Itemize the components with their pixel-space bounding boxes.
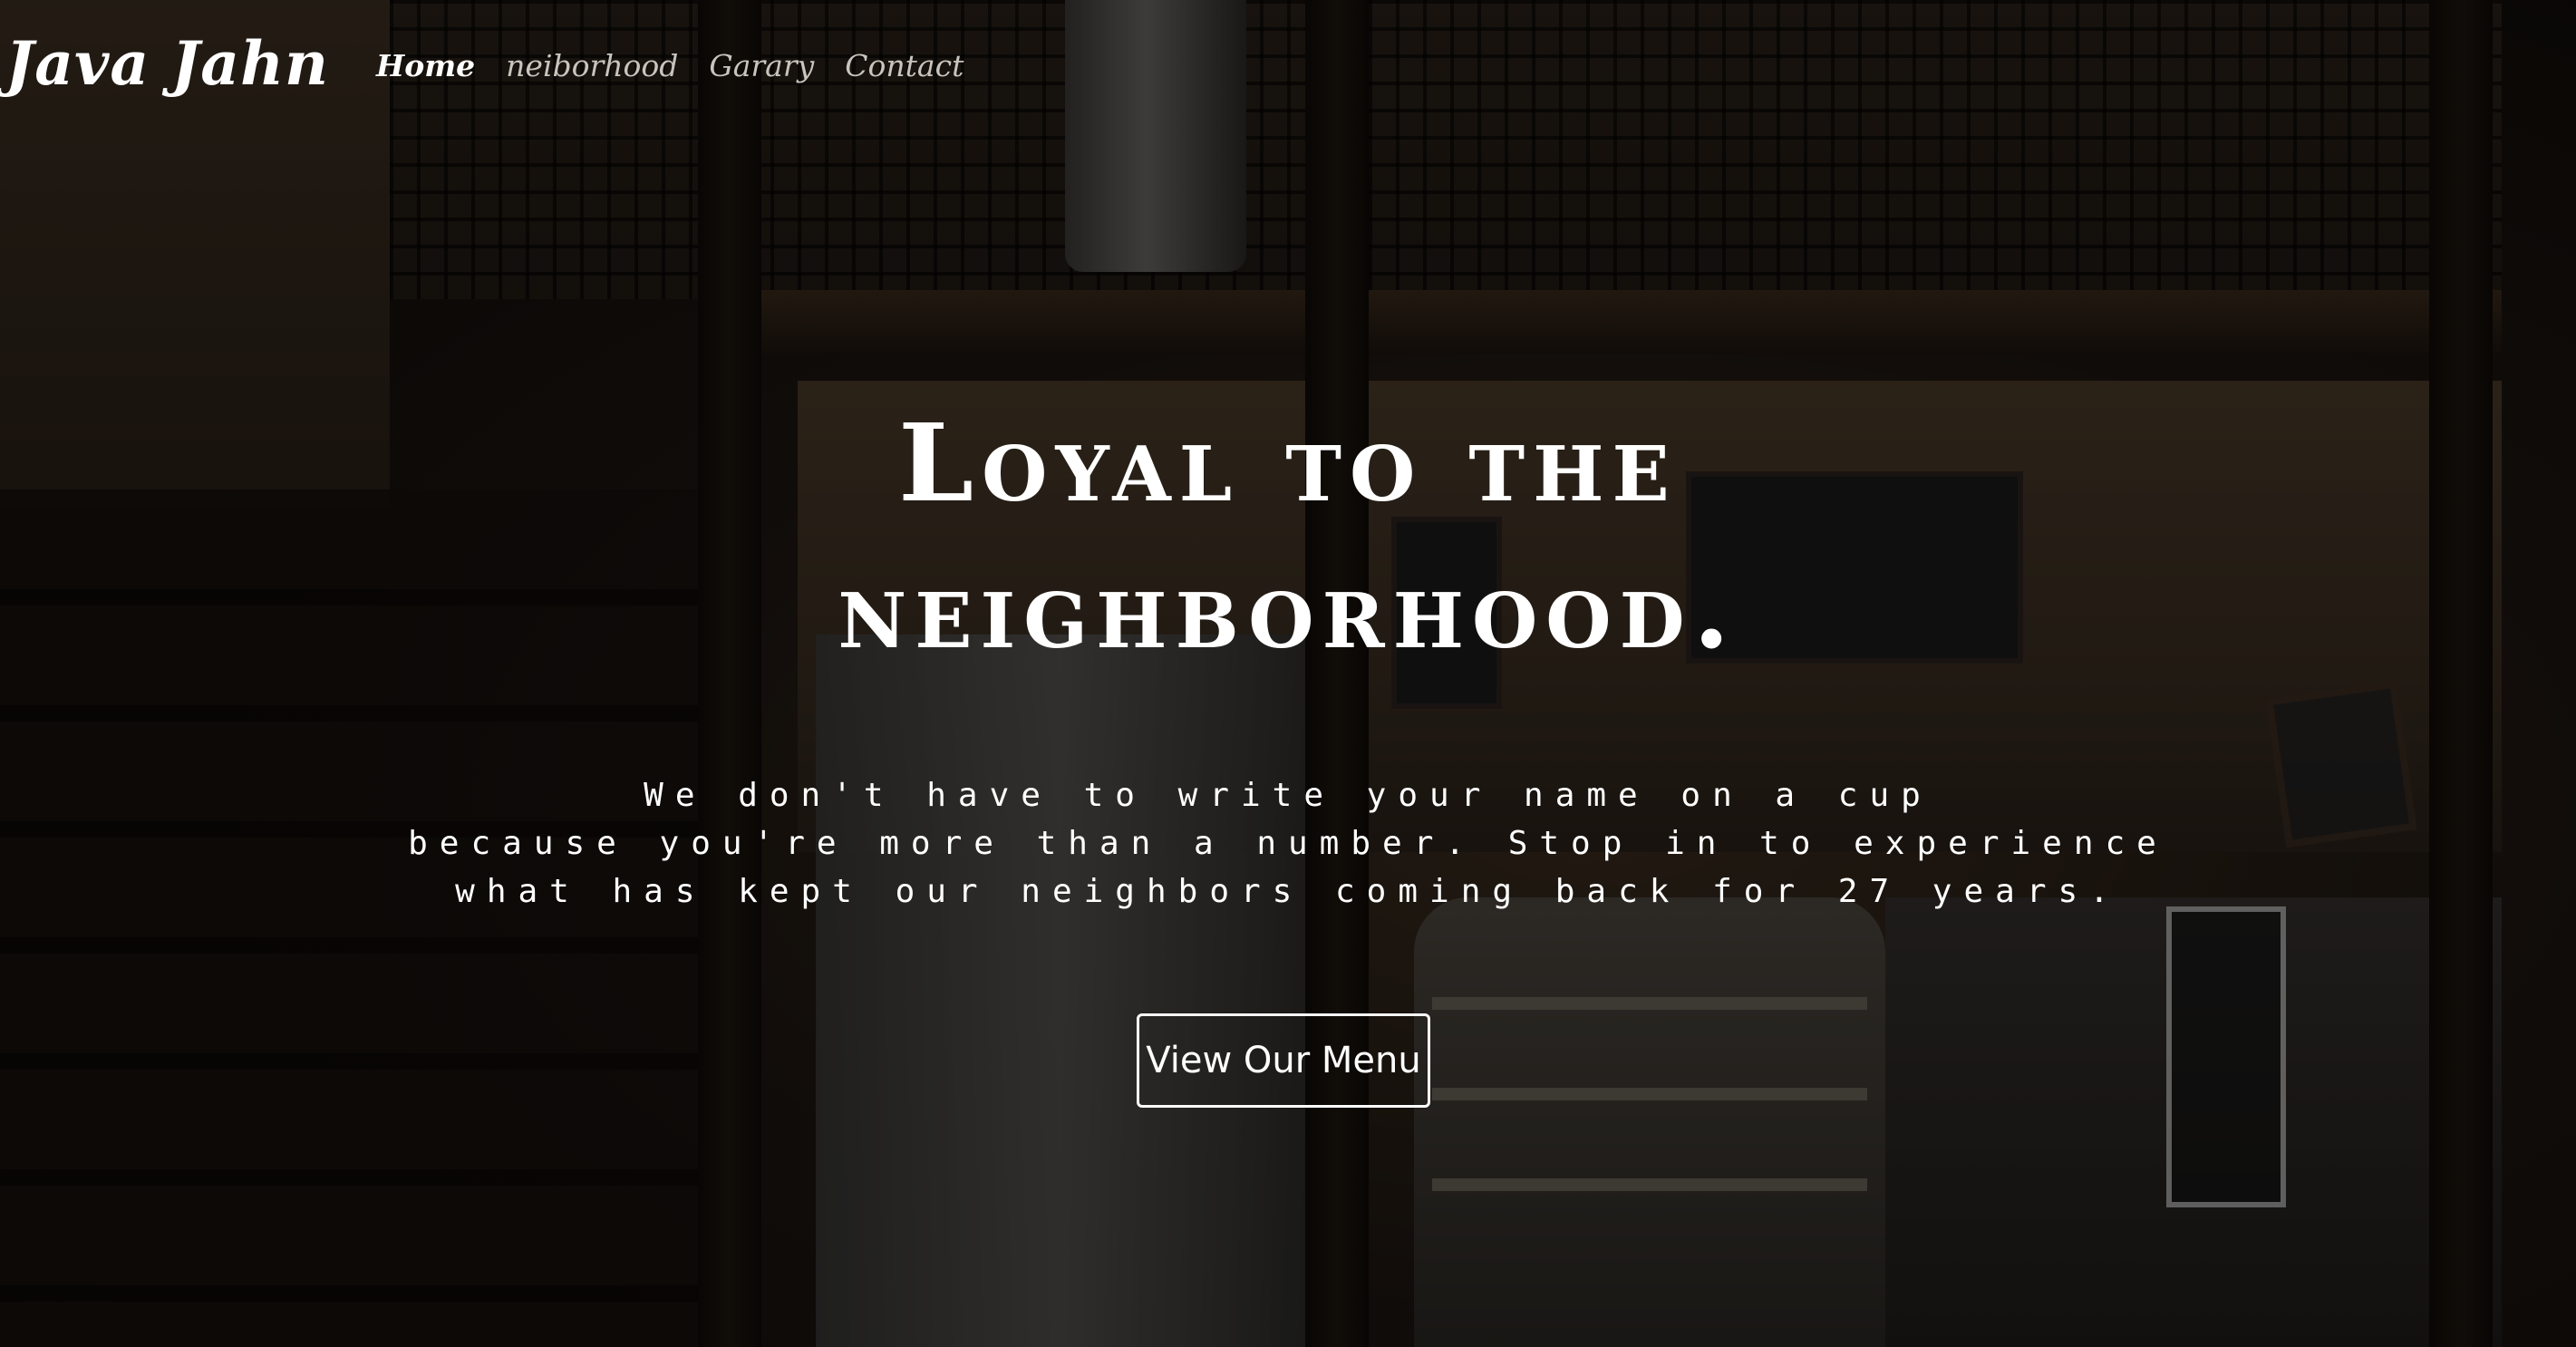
nav-link-home[interactable]: Home <box>376 48 475 83</box>
nav-link-neighborhood[interactable]: neiborhood <box>506 48 678 83</box>
tagline-line: what has kept our neighbors coming back … <box>455 873 2121 910</box>
nav-link-contact[interactable]: Contact <box>845 48 964 83</box>
view-menu-button[interactable]: View Our Menu <box>1137 1013 1430 1108</box>
nav-link-gallery[interactable]: Garary <box>709 48 814 83</box>
nav-links: Home neiborhood Garary Contact <box>376 48 964 83</box>
tagline-line: because you're more than a number. Stop … <box>408 825 2168 862</box>
brand-logo[interactable]: Java Jahn <box>5 28 329 99</box>
hero-headline: Loyal to the neighborhood. <box>0 390 2576 683</box>
top-navigation: Java Jahn Home neiborhood Garary Contact <box>0 0 964 127</box>
tagline-line: We don't have to write your name on a cu… <box>644 777 1932 814</box>
hero-tagline: We don't have to write your name on a cu… <box>0 771 2576 916</box>
headline-line: neighborhood. <box>838 547 1738 673</box>
hero-section: Java Jahn Home neiborhood Garary Contact… <box>0 0 2576 1347</box>
headline-line: Loyal to the <box>898 400 1678 526</box>
